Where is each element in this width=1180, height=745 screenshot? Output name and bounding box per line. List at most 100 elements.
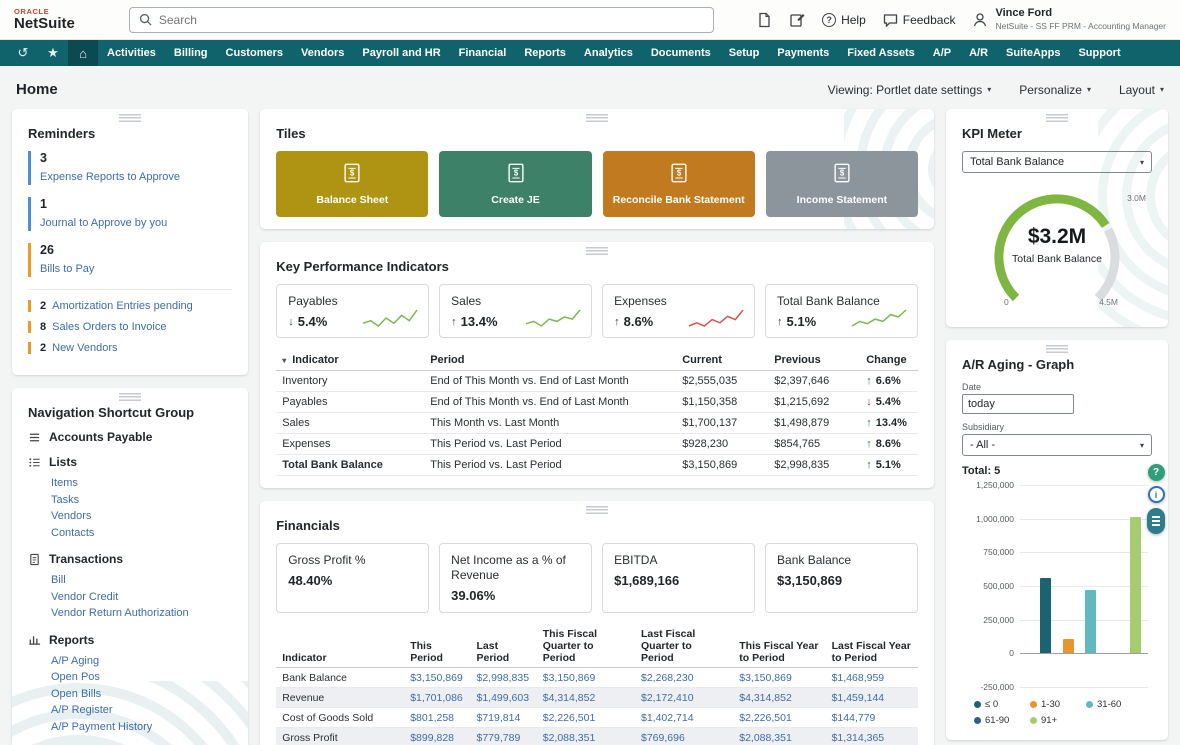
kpi-column-previous[interactable]: Previous (768, 350, 860, 371)
nav-item-payroll-and-hr[interactable]: Payroll and HR (353, 40, 449, 66)
kpi-column-indicator[interactable]: ▾Indicator (276, 350, 424, 371)
reminder-highlight[interactable]: 3Expense Reports to Approve (28, 151, 232, 185)
kpi-column-change[interactable]: Change (860, 350, 918, 371)
shortcut-link-a-p-register[interactable]: A/P Register (51, 702, 232, 719)
reminder-link-journal-to-approve-by-you[interactable]: Journal to Approve by you (40, 217, 167, 229)
layout-dropdown[interactable]: Layout ▾ (1119, 83, 1164, 97)
portlet-drag-handle[interactable] (586, 114, 608, 122)
floating-info-button[interactable]: i (1148, 486, 1165, 503)
nav-item-customers[interactable]: Customers (217, 40, 292, 66)
personalize-dropdown[interactable]: Personalize ▾ (1019, 83, 1091, 97)
kpi-row-inventory[interactable]: InventoryEnd of This Month vs. End of La… (276, 371, 918, 392)
create-new-icon[interactable] (789, 12, 805, 28)
legend-61-90[interactable]: 61-90 (974, 715, 1030, 726)
kpi-row-expenses[interactable]: ExpensesThis Period vs. Last Period$928,… (276, 434, 918, 455)
reminder-link-expense-reports-to-approve[interactable]: Expense Reports to Approve (40, 171, 180, 183)
shortcut-link-bill[interactable]: Bill (51, 572, 232, 589)
nav-item-activities[interactable]: Activities (98, 40, 165, 66)
nav-item-a-p[interactable]: A/P (924, 40, 960, 66)
portlet-drag-handle[interactable] (119, 114, 141, 122)
nav-item-vendors[interactable]: Vendors (292, 40, 353, 66)
legend-91[interactable]: 91+ (1030, 715, 1086, 726)
fin-row-cost-of-goods-sold[interactable]: Cost of Goods Sold$801,258$719,814$2,226… (276, 708, 918, 728)
nav-item-billing[interactable]: Billing (165, 40, 217, 66)
fin-column-last-period[interactable]: Last Period (470, 625, 536, 668)
subsidiary-select[interactable]: - All - ▾ (962, 434, 1152, 456)
shortcut-group-reports[interactable]: Reports (28, 633, 232, 647)
fin-card-bank-balance[interactable]: Bank Balance$3,150,869 (765, 543, 918, 613)
shortcut-link-open-bills[interactable]: Open Bills (51, 686, 232, 703)
kpi-card-sales[interactable]: Sales↑13.4% (439, 284, 592, 338)
reminder-link-sales-orders-to-invoice[interactable]: Sales Orders to Invoice (52, 321, 166, 333)
reminder-link-bills-to-pay[interactable]: Bills to Pay (40, 263, 94, 275)
kpi-column-period[interactable]: Period (424, 350, 676, 371)
reminder-item[interactable]: 8Sales Orders to Invoice (28, 321, 232, 333)
date-input[interactable] (962, 394, 1074, 414)
portlet-drag-handle[interactable] (586, 247, 608, 255)
reminder-highlight[interactable]: 1Journal to Approve by you (28, 197, 232, 231)
document-icon[interactable] (757, 12, 772, 28)
portlet-drag-handle[interactable] (119, 393, 141, 401)
nav-item-fixed-assets[interactable]: Fixed Assets (838, 40, 923, 66)
global-search[interactable] (129, 7, 714, 33)
fin-column-indicator[interactable]: Indicator (276, 625, 404, 668)
shortcut-link-a-p-aging[interactable]: A/P Aging (51, 653, 232, 670)
shortcut-link-items[interactable]: Items (51, 475, 232, 492)
nav-item-setup[interactable]: Setup (720, 40, 769, 66)
viewing-dropdown[interactable]: Viewing: Portlet date settings ▾ (828, 83, 992, 97)
legend-31-60[interactable]: 31-60 (1086, 699, 1142, 710)
netsuite-logo[interactable]: ORACLE NetSuite (14, 8, 75, 32)
nav-item-suiteapps[interactable]: SuiteApps (997, 40, 1069, 66)
fin-card-ebitda[interactable]: EBITDA$1,689,166 (602, 543, 755, 613)
kpi-card-payables[interactable]: Payables↓5.4% (276, 284, 429, 338)
shortcut-link-tasks[interactable]: Tasks (51, 492, 232, 509)
portlet-drag-handle[interactable] (586, 506, 608, 514)
nav-item-documents[interactable]: Documents (642, 40, 720, 66)
reminder-highlight[interactable]: 26Bills to Pay (28, 243, 232, 277)
kpi-meter-select[interactable]: Total Bank Balance ▾ (962, 151, 1152, 173)
fin-row-gross-profit[interactable]: Gross Profit$899,828$779,789$2,088,351$7… (276, 728, 918, 745)
fin-column-this-fiscal-quarter-to-period[interactable]: This Fiscal Quarter to Period (537, 625, 635, 668)
tile-balance-sheet[interactable]: $Balance Sheet (276, 151, 428, 217)
recent-records-icon[interactable]: ↺ (8, 40, 38, 66)
feedback-button[interactable]: Feedback (883, 13, 956, 27)
fin-column-last-fiscal-year-to-period[interactable]: Last Fiscal Year to Period (826, 625, 918, 668)
fin-column-last-fiscal-quarter-to-period[interactable]: Last Fiscal Quarter to Period (635, 625, 733, 668)
shortcut-link-vendor-credit[interactable]: Vendor Credit (51, 589, 232, 606)
bar-31-60[interactable] (1085, 590, 1096, 653)
shortcut-link-contacts[interactable]: Contacts (51, 525, 232, 542)
shortcut-link-open-pos[interactable]: Open Pos (51, 669, 232, 686)
kpi-row-payables[interactable]: PayablesEnd of This Month vs. End of Las… (276, 392, 918, 413)
fin-card-gross-profit[interactable]: Gross Profit %48.40% (276, 543, 429, 613)
floating-help-button[interactable]: ? (1148, 464, 1165, 481)
bar-1-30[interactable] (1063, 639, 1074, 654)
fin-column-this-fiscal-year-to-period[interactable]: This Fiscal Year to Period (733, 625, 825, 668)
floating-feedback-button[interactable] (1147, 508, 1165, 534)
portlet-drag-handle[interactable] (1046, 114, 1068, 122)
fin-row-bank-balance[interactable]: Bank Balance$3,150,869$2,998,835$3,150,8… (276, 668, 918, 688)
shortcut-group-transactions[interactable]: Transactions (28, 552, 232, 566)
shortcuts-star-icon[interactable]: ★ (38, 40, 68, 66)
tile-income-statement[interactable]: $Income Statement (766, 151, 918, 217)
kpi-card-total-bank-balance[interactable]: Total Bank Balance↑5.1% (765, 284, 918, 338)
shortcut-group-accounts-payable[interactable]: Accounts Payable (28, 430, 232, 444)
shortcut-link-vendor-return-authorization[interactable]: Vendor Return Authorization (51, 605, 232, 622)
portlet-drag-handle[interactable] (1046, 345, 1068, 353)
home-icon[interactable]: ⌂ (68, 40, 98, 66)
tile-reconcile-bank-statement[interactable]: $Reconcile Bank Statement (603, 151, 755, 217)
shortcut-group-lists[interactable]: Lists (28, 455, 232, 469)
nav-item-a-r[interactable]: A/R (960, 40, 997, 66)
column-caret-icon[interactable]: ▾ (282, 356, 286, 365)
nav-item-support[interactable]: Support (1069, 40, 1129, 66)
shortcut-link-vendors[interactable]: Vendors (51, 508, 232, 525)
kpi-column-current[interactable]: Current (676, 350, 768, 371)
nav-item-reports[interactable]: Reports (515, 40, 575, 66)
legend-1-30[interactable]: 1-30 (1030, 699, 1086, 710)
fin-row-revenue[interactable]: Revenue$1,701,086$1,499,603$4,314,852$2,… (276, 688, 918, 708)
reminder-item[interactable]: 2Amortization Entries pending (28, 300, 232, 312)
nav-item-analytics[interactable]: Analytics (575, 40, 642, 66)
shortcut-link-a-p-payment-history[interactable]: A/P Payment History (51, 719, 232, 736)
kpi-row-sales[interactable]: SalesThis Month vs. Last Month$1,700,137… (276, 413, 918, 434)
kpi-row-total-bank-balance[interactable]: Total Bank BalanceThis Period vs. Last P… (276, 455, 918, 476)
bar-0[interactable] (1040, 578, 1051, 653)
